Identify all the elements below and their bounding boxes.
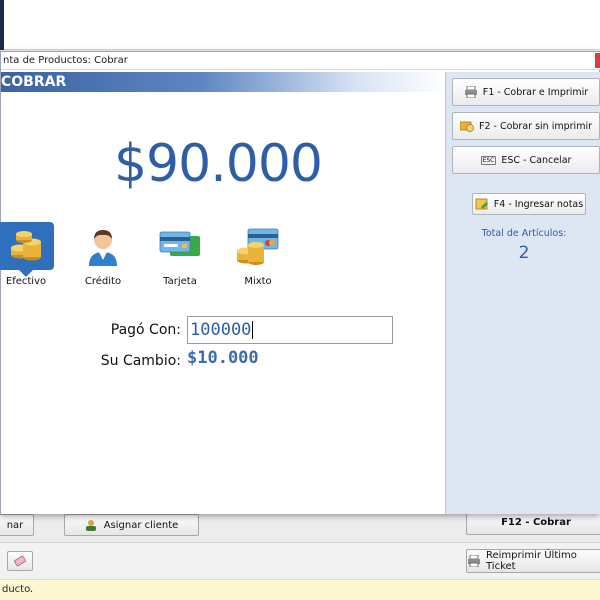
close-icon[interactable] — [595, 53, 600, 68]
pago-con-label: Pagó Con: — [110, 322, 181, 338]
f2-label: F2 - Cobrar sin imprimir — [478, 120, 592, 132]
payment-method-efectivo[interactable]: Efectivo — [0, 222, 61, 287]
f1-cobrar-imprimir-button[interactable]: F1 - Cobrar e Imprimir — [452, 78, 600, 106]
payment-method-label: Tarjeta — [163, 276, 197, 287]
background-partial-button-label: nar — [6, 519, 24, 531]
background-partial-button[interactable]: nar — [0, 514, 34, 536]
coins-icon — [0, 222, 54, 277]
payment-method-tarjeta[interactable]: Tarjeta — [145, 222, 215, 287]
printer-icon — [464, 86, 477, 98]
eraser-icon — [14, 555, 26, 567]
payment-method-mixto[interactable]: Mixto — [223, 222, 293, 287]
payment-method-label: Efectivo — [5, 276, 47, 287]
total-articulos-value: 2 — [518, 243, 530, 263]
su-cambio-label: Su Cambio: — [100, 353, 181, 369]
payment-method-label: Mixto — [244, 276, 272, 287]
f4-label: F4 - Ingresar notas — [493, 198, 584, 210]
dialog-title-bar: nta de Productos: Cobrar — [1, 52, 600, 70]
money-icon — [459, 121, 474, 132]
total-articulos-label: Total de Artículos: — [481, 228, 567, 239]
asignar-cliente-button[interactable]: Asignar cliente — [64, 514, 199, 536]
su-cambio-value: $10.000 — [187, 348, 259, 368]
assign-client-icon — [85, 520, 96, 531]
payment-panel: $90.000 Efectivo Crédito Tarjeta Mixto P… — [0, 92, 445, 514]
esc-cancelar-button[interactable]: ESC ESC - Cancelar — [452, 146, 600, 174]
esc-label: ESC - Cancelar — [501, 154, 572, 166]
text-caret — [252, 321, 254, 339]
pago-con-value: 100000 — [190, 320, 252, 340]
app-logo-edge — [0, 0, 4, 50]
status-bar: ducto. — [0, 579, 600, 600]
cobrar-header: COBRAR — [1, 72, 445, 92]
f4-ingresar-notas-button[interactable]: F4 - Ingresar notas — [472, 193, 586, 215]
total-amount: $90.000 — [113, 134, 323, 194]
eraser-button[interactable] — [7, 551, 33, 571]
payment-method-label: Crédito — [84, 276, 122, 287]
background-bottom-toolbar: Reimprimir Último Ticket — [0, 542, 600, 579]
person-icon — [75, 222, 131, 270]
pago-con-input[interactable]: 100000 — [187, 316, 393, 344]
dialog-title: nta de Productos: Cobrar — [3, 55, 128, 66]
f2-cobrar-sin-imprimir-button[interactable]: F2 - Cobrar sin imprimir — [452, 112, 600, 140]
f12-cobrar-label: F12 - Cobrar — [501, 516, 571, 528]
notes-icon — [475, 198, 488, 210]
coins-card-icon — [230, 222, 286, 270]
printer-icon — [468, 555, 480, 567]
cobrar-header-label: COBRAR — [1, 74, 67, 90]
background-app-header — [0, 0, 600, 50]
credit-cards-icon — [152, 222, 208, 270]
actions-panel: F1 - Cobrar e Imprimir F2 - Cobrar sin i… — [445, 72, 600, 514]
f1-label: F1 - Cobrar e Imprimir — [482, 86, 589, 98]
esc-key-icon: ESC — [480, 155, 497, 165]
reimprimir-ticket-label: Reimprimir Último Ticket — [486, 550, 577, 572]
asignar-cliente-label: Asignar cliente — [103, 519, 179, 531]
total-articulos: Total de Artículos: 2 — [446, 228, 600, 263]
payment-method-credito[interactable]: Crédito — [68, 222, 138, 287]
cobrar-dialog: nta de Productos: Cobrar COBRAR $90.000 … — [0, 51, 600, 514]
status-message: ducto. — [2, 584, 34, 595]
reimprimir-ticket-button[interactable]: Reimprimir Último Ticket — [466, 549, 600, 573]
